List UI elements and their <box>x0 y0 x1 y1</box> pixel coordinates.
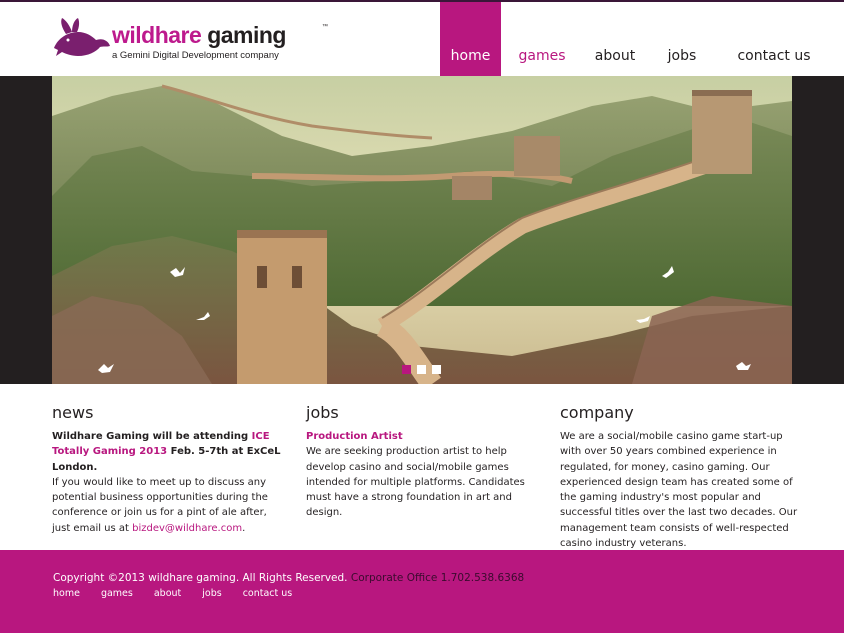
footer-copyright: Copyright ©2013 wildhare gaming. All Rig… <box>53 572 348 584</box>
company-body: We are a social/mobile casino game start… <box>560 431 798 550</box>
nav-jobs-label: jobs <box>667 48 697 64</box>
news-bold-1: Wildhare Gaming will be attending <box>52 431 252 442</box>
nav-games[interactable]: games <box>510 2 574 86</box>
nav-contact[interactable]: contact us <box>724 2 824 86</box>
footer-link-contact[interactable]: contact us <box>243 588 293 599</box>
brand-name-part1: wildhare <box>112 22 202 48</box>
footer-office-phone: Corporate Office 1.702.538.6368 <box>350 572 525 584</box>
hero-slide-great-wall[interactable] <box>52 76 792 384</box>
news-heading: news <box>52 403 94 422</box>
trademark-mark: ™ <box>322 24 328 30</box>
nav-contact-label: contact us <box>737 48 811 64</box>
footer-link-home[interactable]: home <box>53 588 80 599</box>
nav-jobs[interactable]: jobs <box>662 2 702 86</box>
nav-about-label: about <box>594 48 636 64</box>
nav-home[interactable]: home <box>440 2 501 86</box>
jobs-position-link[interactable]: Production Artist <box>306 431 403 442</box>
brand-wordmark: wildhare gaming <box>112 22 286 48</box>
news-text: Wildhare Gaming will be attending ICE To… <box>52 429 287 536</box>
jobs-column: jobs Production Artist We are seeking pro… <box>306 402 541 521</box>
site-footer: Copyright ©2013 wildhare gaming. All Rig… <box>0 550 844 633</box>
news-email-link[interactable]: bizdev@wildhare.com <box>132 523 242 534</box>
brand-name-part2: gaming <box>201 22 286 48</box>
nav-about[interactable]: about <box>590 2 640 86</box>
news-column: news Wildhare Gaming will be attending I… <box>52 402 287 536</box>
company-heading: company <box>560 403 634 422</box>
brand-logo[interactable]: wildhare gaming ™ a Gemini Digital Devel… <box>52 16 328 68</box>
hare-logo-icon <box>54 18 110 56</box>
footer-link-about[interactable]: about <box>154 588 181 599</box>
slider-dot-2[interactable] <box>417 365 426 374</box>
slider-dot-1[interactable] <box>402 365 411 374</box>
jobs-body: We are seeking production artist to help… <box>306 446 525 519</box>
nav-home-label: home <box>450 48 491 64</box>
slider-dot-3[interactable] <box>432 365 441 374</box>
brand-tagline: a Gemini Digital Development company <box>112 50 279 61</box>
great-wall-illustration <box>52 76 792 384</box>
news-end: . <box>242 522 246 534</box>
footer-copyright-line: Copyright ©2013 wildhare gaming. All Rig… <box>53 572 524 584</box>
jobs-text: Production Artist We are seeking producti… <box>306 429 541 521</box>
company-column: company We are a social/mobile casino ga… <box>560 402 800 551</box>
site-header: wildhare gaming ™ a Gemini Digital Devel… <box>0 2 844 86</box>
footer-nav: home games about jobs contact us <box>53 588 313 599</box>
footer-link-jobs[interactable]: jobs <box>202 588 221 599</box>
footer-link-games[interactable]: games <box>101 588 133 599</box>
jobs-heading: jobs <box>306 403 339 422</box>
nav-games-label: games <box>518 48 566 64</box>
